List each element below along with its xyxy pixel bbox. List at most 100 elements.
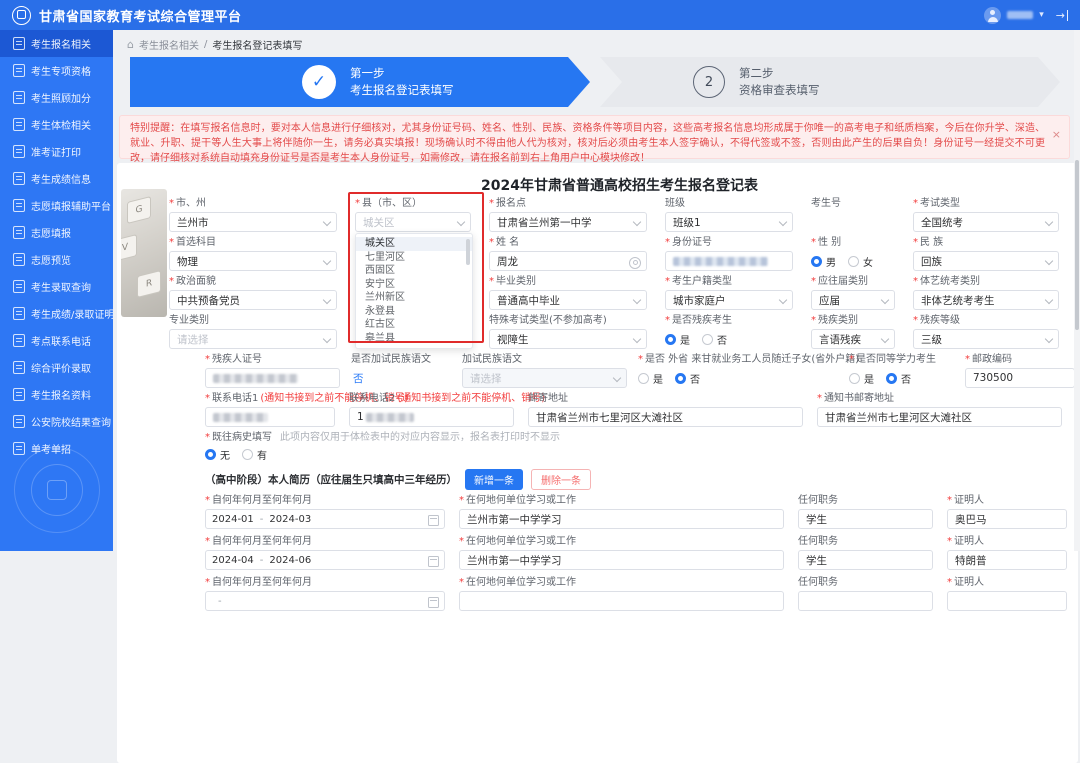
witness-input[interactable]: 奥巴马 (947, 509, 1067, 529)
special-exam-select[interactable]: 视障生 (489, 329, 647, 349)
user-menu[interactable]: ▾ → (984, 6, 1068, 24)
period-range-picker[interactable]: 2024-04-2024-06 (205, 550, 445, 570)
sidebar-item-fuzhupingtai[interactable]: 志愿填报辅助平台 (0, 192, 113, 219)
period-range-picker[interactable]: - (205, 591, 445, 611)
sidebar-item-ziliao[interactable]: 考生报名资料 (0, 381, 113, 408)
sidebar-item-zhaogu[interactable]: 考生照顾加分 (0, 84, 113, 111)
medical-none-radio[interactable]: 无 (205, 447, 230, 462)
logout-icon[interactable]: → (1056, 9, 1068, 21)
name-input[interactable]: 周龙 (489, 251, 647, 271)
equal-edu-yes-radio[interactable]: 是 (849, 371, 874, 386)
disability-level-select[interactable]: 三级 (913, 329, 1059, 349)
sidebar-item-zhunkaozheng[interactable]: 准考证打印 (0, 138, 113, 165)
disability-type-select[interactable]: 言语残疾 (811, 329, 895, 349)
page-scrollbar[interactable] (1074, 30, 1080, 551)
gender-male-radio[interactable]: 男 (811, 254, 836, 269)
postcode-input[interactable]: 730500 (965, 368, 1075, 388)
form-row-1: * 市、州 兰州市 * 县（市、区） 城关区 * 报名点 甘肃省兰州第一中学 班级 班… (169, 197, 1070, 232)
field-fresh-type: * 应往届类别 应届 (811, 275, 895, 310)
sidebar-item-chengji[interactable]: 考生成绩信息 (0, 165, 113, 192)
sidebar-item-zonghe[interactable]: 综合评价录取 (0, 354, 113, 381)
field-first-subject: * 首选科目 物理 (169, 236, 337, 271)
masked-value (673, 256, 768, 266)
sidebar-item-zhiyuan[interactable]: 志愿填报 (0, 219, 113, 246)
sidebar-item-zhuanxiang[interactable]: 考生专项资格 (0, 57, 113, 84)
score-icon (13, 172, 25, 185)
pe-art-type-select[interactable]: 非体艺统考考生 (913, 290, 1059, 310)
sidebar-item-luqu[interactable]: 考生录取查询 (0, 273, 113, 300)
chevron-down-icon[interactable]: ▾ (1039, 10, 1044, 20)
grad-type-select[interactable]: 普通高中毕业 (489, 290, 647, 310)
add-row-button[interactable]: 新增一条 (465, 468, 523, 490)
sidebar-item-label: 准考证打印 (31, 148, 81, 159)
dropdown-option[interactable]: 城关区 (356, 237, 472, 251)
place-input[interactable]: 兰州市第一中学学习 (459, 509, 784, 529)
sidebar-item-gongan[interactable]: 公安院校结果查询 (0, 408, 113, 435)
migrant-no-radio[interactable]: 否 (675, 371, 700, 386)
place-input[interactable]: 兰州市第一中学学习 (459, 550, 784, 570)
dropdown-option[interactable]: 兰州新区 (356, 291, 472, 305)
county-select[interactable]: 城关区 (355, 212, 471, 232)
field-action-icon[interactable] (629, 256, 641, 269)
mail-address-input[interactable]: 甘肃省兰州市七里河区大滩社区 (528, 407, 803, 427)
field-label: 体艺统考类别 (920, 276, 980, 287)
field-minority-lang: 加试民族语文 请选择 (462, 353, 627, 388)
equal-edu-no-radio[interactable]: 否 (886, 371, 911, 386)
field-label: 证明人 (954, 577, 984, 588)
fresh-type-select[interactable]: 应届 (811, 290, 895, 310)
politics-select[interactable]: 中共预备党员 (169, 290, 337, 310)
place-input[interactable] (459, 591, 784, 611)
home-icon[interactable]: ⌂ (127, 38, 134, 51)
sidebar-item-tijian[interactable]: 考生体检相关 (0, 111, 113, 138)
hukou-type-select[interactable]: 城市家庭户 (665, 290, 793, 310)
field-candidate-no: 考生号 (811, 197, 895, 232)
class-select[interactable]: 班级1 (665, 212, 793, 232)
minority-lang-test-value[interactable]: 否 (351, 368, 451, 388)
field-label: 考生户籍类型 (672, 276, 732, 287)
dropdown-scrollbar[interactable] (466, 239, 470, 265)
masked-value (213, 373, 298, 383)
dropdown-option[interactable]: 红古区 (356, 318, 472, 332)
dropdown-option[interactable]: 永登县 (356, 305, 472, 319)
user-avatar-icon[interactable] (984, 6, 1002, 24)
field-county: * 县（市、区） 城关区 (355, 197, 471, 232)
phone2-input[interactable]: 1 (349, 407, 514, 427)
steps-banner: ✓ 第一步 考生报名登记表填写 2 第二步 资格审查表填写 (130, 57, 1060, 107)
sidebar-item-dianhua[interactable]: 考点联系电话 (0, 327, 113, 354)
ethnic-select[interactable]: 回族 (913, 251, 1059, 271)
breadcrumb-section[interactable]: 考生报名相关 (139, 37, 199, 52)
scrollbar-thumb[interactable] (1075, 160, 1079, 330)
dropdown-option[interactable]: 西固区 (356, 264, 472, 278)
notice-address-input[interactable]: 甘肃省兰州市七里河区大滩社区 (817, 407, 1062, 427)
duty-input[interactable] (798, 591, 933, 611)
disabled-yes-radio[interactable]: 是 (665, 332, 690, 347)
sidebar-item-yulan[interactable]: 志愿预览 (0, 246, 113, 273)
first-subject-select[interactable]: 物理 (169, 251, 337, 271)
witness-input[interactable] (947, 591, 1067, 611)
major-type-select[interactable]: 请选择 (169, 329, 337, 349)
sidebar-item-zhengming[interactable]: 考生成绩/录取证明 (0, 300, 113, 327)
duty-input[interactable]: 学生 (798, 509, 933, 529)
sidebar-item-baoming[interactable]: 考生报名相关 (0, 30, 113, 57)
disabled-no-radio[interactable]: 否 (702, 332, 727, 347)
delete-row-button[interactable]: 删除一条 (531, 468, 591, 490)
phone1-input[interactable] (205, 407, 335, 427)
medical-has-radio[interactable]: 有 (242, 447, 267, 462)
period-range-picker[interactable]: 2024-01-2024-03 (205, 509, 445, 529)
close-icon[interactable]: × (1052, 128, 1061, 141)
reg-point-select[interactable]: 甘肃省兰州第一中学 (489, 212, 647, 232)
chevron-down-icon (1044, 334, 1054, 344)
city-select[interactable]: 兰州市 (169, 212, 337, 232)
dropdown-option[interactable]: 七里河区 (356, 251, 472, 265)
form-row-6: * 联系电话1 (通知书接到之前不能停机、销号) 联系电话2 (通知书接到之前不能停机… (205, 392, 1070, 427)
warning-text: 特别提醒：在填写报名信息时，要对本人信息进行仔细核对，尤其身份证号码、姓名、性别… (130, 123, 1045, 164)
dropdown-option[interactable]: 皋兰县 (356, 332, 472, 346)
dropdown-option[interactable]: 安宁区 (356, 278, 472, 292)
field-disability-level: * 残疾等级 三级 (913, 314, 1059, 349)
witness-input[interactable]: 特朗普 (947, 550, 1067, 570)
exam-type-select[interactable]: 全国统考 (913, 212, 1059, 232)
gender-female-radio[interactable]: 女 (848, 254, 873, 269)
migrant-yes-radio[interactable]: 是 (638, 371, 663, 386)
duty-input[interactable]: 学生 (798, 550, 933, 570)
field-label: 民 族 (920, 237, 944, 248)
